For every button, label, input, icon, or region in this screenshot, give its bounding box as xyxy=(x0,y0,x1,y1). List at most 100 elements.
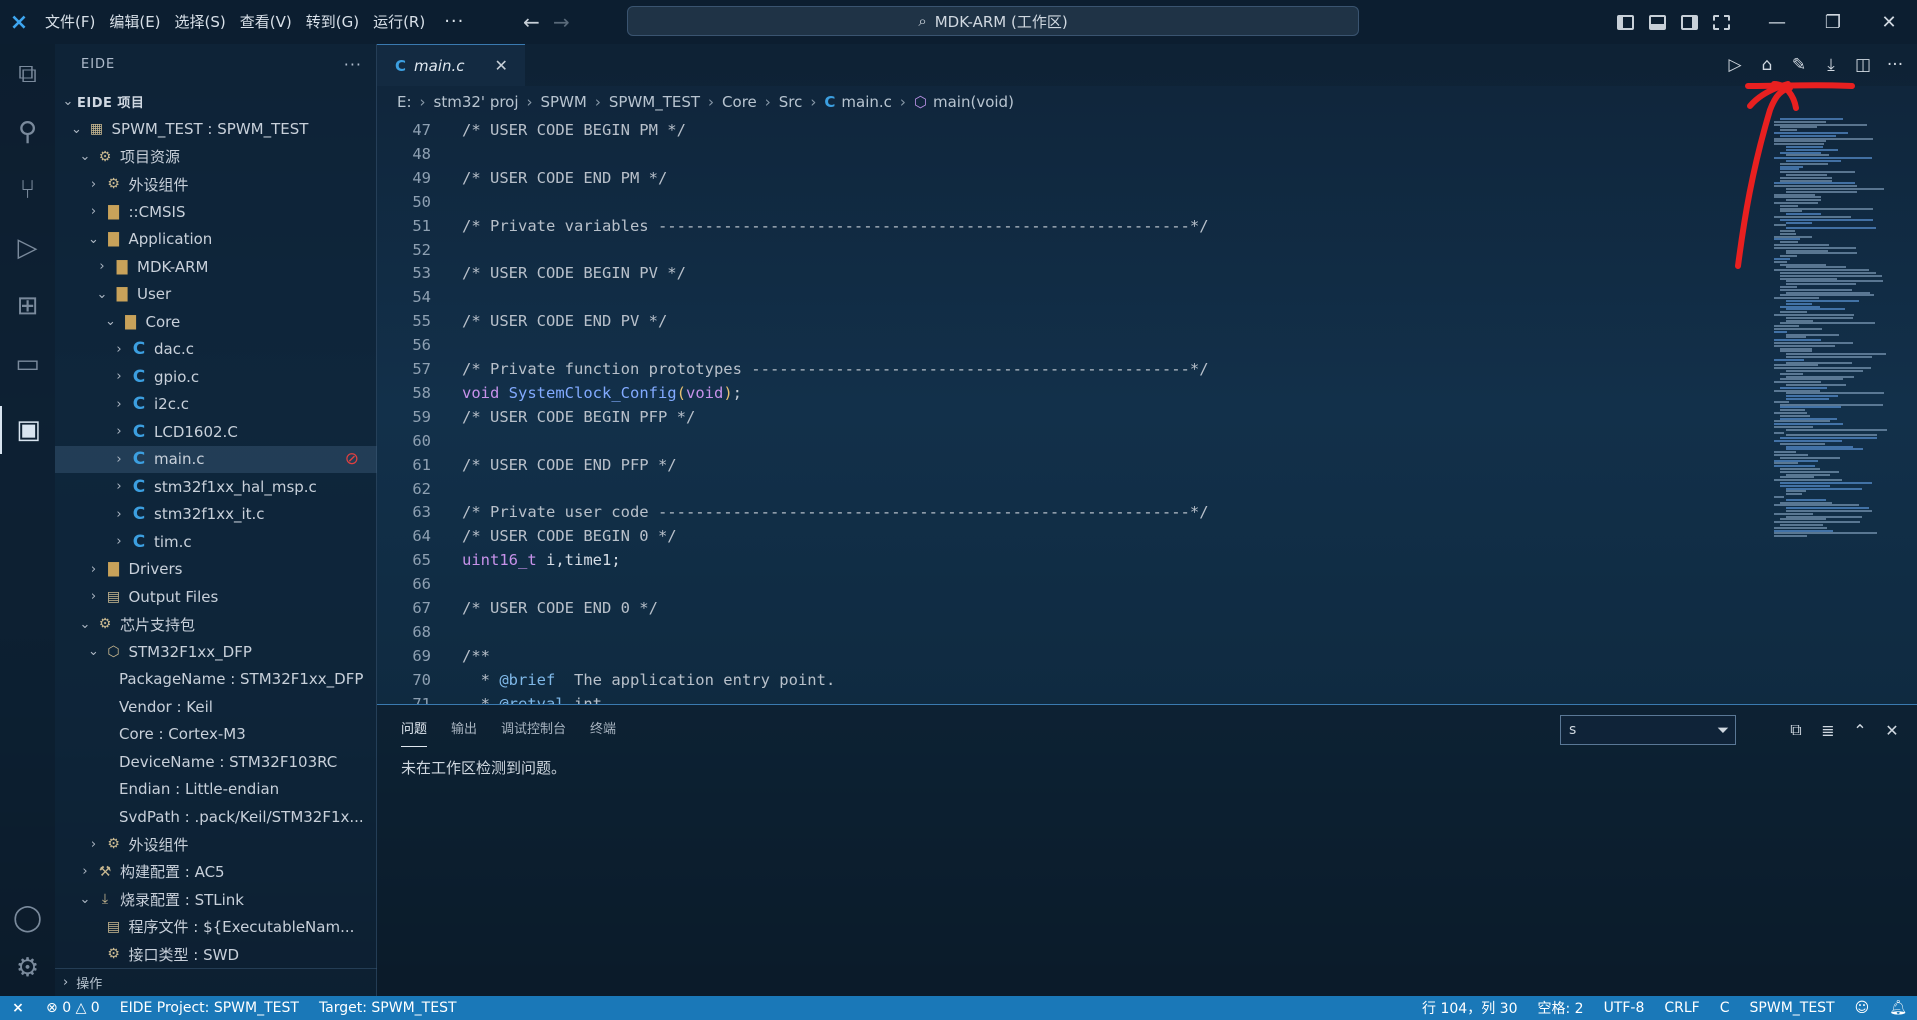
run-icon[interactable]: ▷ xyxy=(1721,51,1749,79)
feedback-icon[interactable]: ☺ xyxy=(1845,1000,1880,1016)
remote-explorer-icon[interactable]: ▭ xyxy=(0,340,55,388)
tree-item[interactable]: DeviceName : STM32F103RC xyxy=(55,748,377,776)
code-line[interactable]: 54 xyxy=(377,285,431,309)
eide-project-status[interactable]: EIDE Project: SPWM_TEST xyxy=(110,1000,309,1016)
chevron-down-icon[interactable]: ⌄ xyxy=(76,149,94,164)
breadcrumb-item[interactable]: stm32' proj xyxy=(434,93,519,111)
tree-item[interactable]: ▤ 程序文件 : ${ExecutableNam... xyxy=(55,913,377,941)
tree-item[interactable]: › ▇::CMSIS xyxy=(55,198,377,226)
chevron-down-icon[interactable]: ⌄ xyxy=(93,287,111,302)
tree-item[interactable]: ⌄ ▇ User xyxy=(55,281,377,309)
maximize-panel-icon[interactable]: ⌃ xyxy=(1849,721,1871,740)
tree-item[interactable]: › Cgpio.c xyxy=(55,363,377,391)
chevron-down-icon[interactable]: ⌄ xyxy=(59,94,77,109)
tree-item[interactable]: ⌄ ▇ Core xyxy=(55,308,377,336)
clean-icon[interactable]: ✎ xyxy=(1785,51,1813,79)
code-line[interactable]: 68 xyxy=(377,620,431,644)
tree-item[interactable]: ⌄ ▇ Application xyxy=(55,226,377,254)
code-line[interactable]: 66 xyxy=(377,572,431,596)
menu-selection[interactable]: 选择(S) xyxy=(168,7,233,37)
maximize-button[interactable]: ❐ xyxy=(1805,0,1861,44)
code-line[interactable]: 57 /* Private function prototypes -------… xyxy=(377,357,1208,381)
code-editor[interactable]: 47 /* USER CODE BEGIN PM */ 48 49 /* USER CO… xyxy=(377,118,1767,704)
chevron-right-icon[interactable]: › xyxy=(110,342,128,357)
code-line[interactable]: 62 xyxy=(377,477,431,501)
run-debug-icon[interactable]: ▷ xyxy=(0,224,55,272)
tree-item[interactable]: › C LCD1602.C xyxy=(55,418,377,446)
extensions-icon[interactable]: ⊞ xyxy=(0,282,55,330)
code-line[interactable]: 50 xyxy=(377,190,431,214)
code-line[interactable]: 60 xyxy=(377,429,431,453)
code-line[interactable]: 49 /* USER CODE END PM */ xyxy=(377,166,667,190)
close-window-button[interactable]: ✕ xyxy=(1861,0,1917,44)
toggle-panel-icon[interactable] xyxy=(1641,0,1673,44)
settings-gear-icon[interactable]: ⚙ xyxy=(0,944,55,992)
chevron-right-icon[interactable]: › xyxy=(110,369,128,384)
workspace-name[interactable]: SPWM_TEST xyxy=(1740,1000,1845,1016)
breadcrumb-item[interactable]: main.c xyxy=(841,93,892,111)
minimap[interactable] xyxy=(1770,118,1900,538)
breadcrumb-item[interactable]: main(void) xyxy=(933,93,1014,111)
target-status[interactable]: Target: SPWM_TEST xyxy=(309,1000,467,1016)
breadcrumb-item[interactable]: E: xyxy=(397,93,412,111)
code-line[interactable]: 52 xyxy=(377,238,431,262)
chevron-down-icon[interactable]: ⌄ xyxy=(76,892,94,907)
code-line[interactable]: 53 /* USER CODE BEGIN PV */ xyxy=(377,261,686,285)
toggle-primary-sidebar-icon[interactable] xyxy=(1609,0,1641,44)
chevron-right-icon[interactable]: › xyxy=(110,534,128,549)
encoding[interactable]: UTF-8 xyxy=(1594,1000,1655,1016)
close-panel-icon[interactable]: ✕ xyxy=(1881,721,1903,740)
tree-item[interactable]: › ▤ Output Files xyxy=(55,583,377,611)
tab-output[interactable]: 输出 xyxy=(451,713,477,747)
tree-item[interactable]: › Cstm32f1xx_hal_msp.c xyxy=(55,473,377,501)
chevron-right-icon[interactable]: › xyxy=(85,204,103,219)
code-line[interactable]: 63 /* Private user code -----------------… xyxy=(377,500,1208,524)
view-as-list-icon[interactable]: ≣ xyxy=(1817,721,1839,740)
code-line[interactable]: 48 xyxy=(377,142,431,166)
menu-run[interactable]: 运行(R) xyxy=(366,7,432,37)
tab-debug-console[interactable]: 调试控制台 xyxy=(501,713,566,747)
more-actions-icon[interactable]: ··· xyxy=(1881,51,1909,79)
tree-item[interactable]: › ⚙ 外设组件 xyxy=(55,171,377,199)
tab-problems[interactable]: 问题 xyxy=(401,713,428,747)
code-line[interactable]: 71 * @retval int xyxy=(377,692,602,704)
code-line[interactable]: 64 /* USER CODE BEGIN 0 */ xyxy=(377,524,676,548)
customize-layout-icon[interactable] xyxy=(1705,0,1737,44)
indentation[interactable]: 空格: 2 xyxy=(1527,998,1593,1018)
tree-item[interactable]: › ⚒ 构建配置 : AC5 xyxy=(55,858,377,886)
tree-item[interactable]: › Cmain.c ⊘ xyxy=(55,445,377,473)
chevron-right-icon[interactable]: › xyxy=(110,424,128,439)
code-line[interactable]: 56 xyxy=(377,333,431,357)
filter-funnel-icon[interactable]: ⏷ xyxy=(1717,721,1729,739)
code-line[interactable]: 55 /* USER CODE END PV */ xyxy=(377,309,667,333)
chevron-right-icon[interactable]: › xyxy=(110,397,128,412)
problems-count[interactable]: ⊗ 0 △ 0 xyxy=(36,1000,110,1016)
remote-indicator-icon[interactable]: ⨯ xyxy=(0,1000,36,1016)
tree-item[interactable]: ⌄ ⚙ 项目资源 xyxy=(55,143,377,171)
tree-item[interactable]: › Ctim.c xyxy=(55,528,377,556)
eide-chip-icon[interactable]: ▣ xyxy=(0,406,55,454)
chevron-right-icon[interactable]: › xyxy=(85,589,103,604)
tree-item[interactable]: SvdPath : .pack/Keil/STM32F1x... xyxy=(55,803,377,831)
tree-item[interactable]: PackageName : STM32F1xx_DFP xyxy=(55,666,377,694)
problems-filter-input[interactable]: s ⏷ xyxy=(1560,715,1736,745)
chevron-right-icon[interactable]: › xyxy=(85,562,103,577)
chevron-down-icon[interactable]: ⌄ xyxy=(68,122,86,137)
tree-item[interactable]: Vendor : Keil xyxy=(55,693,377,721)
menu-edit[interactable]: 编辑(E) xyxy=(102,7,167,37)
tree-item[interactable]: › Cstm32f1xx_it.c xyxy=(55,501,377,529)
chevron-right-icon[interactable]: › xyxy=(93,259,111,274)
chevron-right-icon[interactable]: › xyxy=(110,452,128,467)
code-line[interactable]: 70 * @brief The application entry point. xyxy=(377,668,835,692)
menu-file[interactable]: 文件(F) xyxy=(38,7,102,37)
code-line[interactable]: 65 uint16_t i,time1; xyxy=(377,548,620,572)
chevron-right-icon[interactable]: › xyxy=(85,837,103,852)
code-line[interactable]: 67 /* USER CODE END 0 */ xyxy=(377,596,658,620)
back-arrow-icon[interactable]: ← xyxy=(516,10,546,34)
code-line[interactable]: 51 /* Private variables -----------------… xyxy=(377,214,1208,238)
command-center[interactable]: ⌕ MDK-ARM (工作区) xyxy=(627,6,1359,36)
chevron-right-icon[interactable]: › xyxy=(110,479,128,494)
breadcrumb-item[interactable]: Core xyxy=(722,93,757,111)
notifications-bell-icon[interactable]: 🔔︎ xyxy=(1879,1000,1917,1016)
tree-item[interactable]: ⌄ ⚙ 芯片支持包 xyxy=(55,611,377,639)
